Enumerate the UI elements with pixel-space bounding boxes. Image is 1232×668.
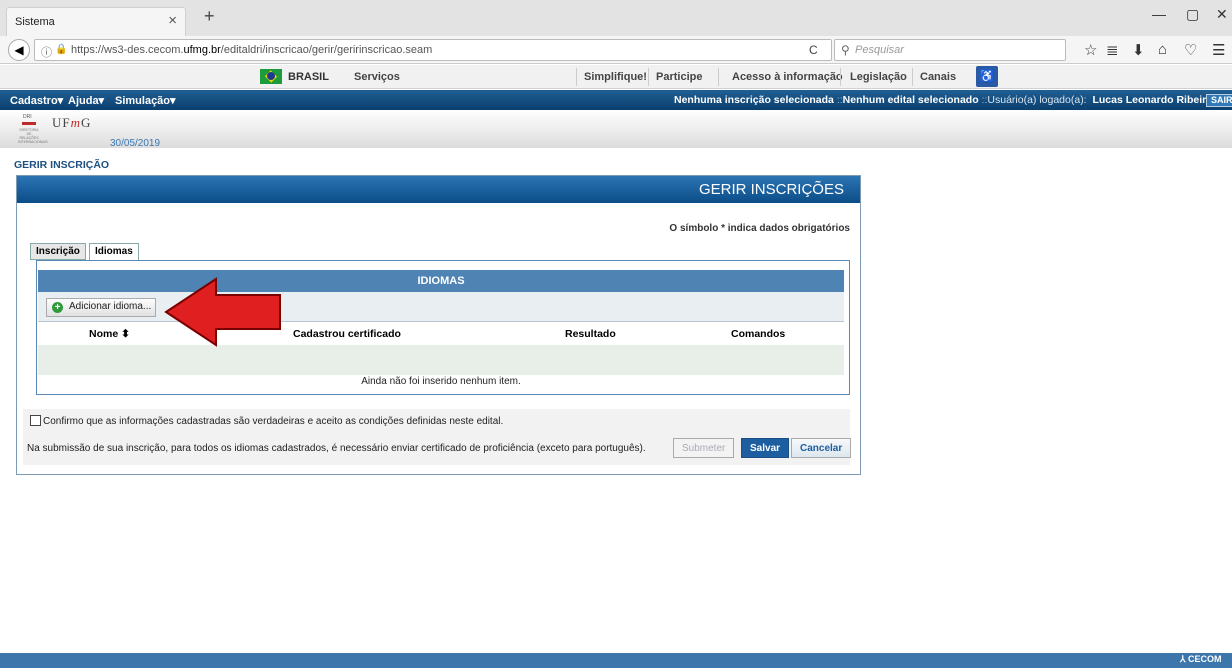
confirmation-area: Confirmo que as informações cadastradas …	[23, 409, 852, 465]
table-body	[38, 345, 844, 375]
logo-bar: DRI DIRETORIA DE RELAÇÕES INTERNACIONAIS U…	[0, 110, 1232, 149]
plus-icon: +	[52, 302, 63, 313]
back-icon[interactable]: ◀	[8, 39, 30, 61]
logout-button[interactable]: SAIR	[1206, 94, 1232, 107]
gov-link-servicos[interactable]: Serviços	[354, 71, 400, 83]
bookmark-star-icon[interactable]: ☆	[1084, 41, 1097, 59]
save-button[interactable]: Salvar	[741, 438, 790, 458]
window-close-icon[interactable]: ✕	[1216, 6, 1228, 23]
menu-cadastro[interactable]: Cadastro▾	[10, 94, 63, 107]
address-bar[interactable]: ⓘ 🔒 https://ws3-des.cecom.ufmg.br/edital…	[34, 39, 832, 61]
gov-link-simplifique[interactable]: Simplifique!	[584, 71, 647, 83]
government-bar: BRASIL Serviços Simplifique! Participe A…	[0, 65, 1232, 89]
column-header-comandos: Comandos	[731, 328, 786, 340]
gov-link-canais[interactable]: Canais	[920, 71, 956, 83]
current-date: 30/05/2019	[110, 138, 161, 149]
panel-header: GERIR INSCRIÇÕES	[17, 176, 860, 203]
info-icon[interactable]: ⓘ	[41, 44, 52, 60]
brazil-flag-icon	[260, 69, 282, 84]
app-menu-bar: Cadastro▾ Ajuda▾ Simulação▾ Nenhuma insc…	[0, 90, 1232, 110]
menu-icon[interactable]: ☰	[1212, 41, 1225, 59]
divider	[576, 68, 577, 86]
cecom-logo: ⅄ CECOM	[1180, 654, 1222, 664]
gerir-inscricoes-panel: GERIR INSCRIÇÕES O símbolo * indica dado…	[16, 175, 861, 475]
tab-inscricao[interactable]: Inscrição	[30, 243, 86, 260]
accessibility-icon[interactable]: ♿	[976, 66, 998, 87]
column-header-nome[interactable]: Nome ⬍	[89, 328, 130, 340]
close-tab-icon[interactable]: ×	[168, 12, 177, 29]
submit-button[interactable]: Submeter	[673, 438, 735, 458]
divider	[648, 68, 649, 86]
menu-simulacao[interactable]: Simulação▾	[115, 94, 176, 107]
bookmarks-list-icon[interactable]: ≣	[1106, 41, 1119, 59]
idiomas-section: IDIOMAS + Adicionar idioma... Nome ⬍ Cad…	[36, 260, 850, 395]
page-title: GERIR INSCRIÇÃO	[14, 159, 110, 171]
panel-title: GERIR INSCRIÇÕES	[698, 181, 844, 198]
add-language-label: Adicionar idioma...	[69, 301, 152, 312]
column-header-resultado: Resultado	[565, 328, 616, 340]
tab-title: Sistema	[15, 16, 55, 28]
required-note: O símbolo * indica dados obrigatórios	[669, 223, 850, 234]
download-icon[interactable]: ⬇	[1132, 41, 1145, 59]
gov-link-legislacao[interactable]: Legislação	[850, 71, 907, 83]
browser-tab-bar: Sistema × + — ▢ ✕	[0, 0, 1232, 36]
divider	[912, 68, 913, 86]
new-tab-icon[interactable]: +	[204, 6, 215, 27]
ufmg-logo: UFmG	[52, 115, 92, 130]
footer: ⅄ CECOM	[0, 653, 1232, 668]
search-input[interactable]: ⚲ Pesquisar	[834, 39, 1066, 61]
dri-logo: DRI DIRETORIA DE RELAÇÕES INTERNACIONAIS	[18, 114, 48, 144]
home-icon[interactable]: ⌂	[1158, 41, 1167, 58]
lock-icon: 🔒	[55, 44, 68, 55]
navigation-bar: ◀ ⓘ 🔒 https://ws3-des.cecom.ufmg.br/edit…	[0, 36, 1232, 64]
cancel-button[interactable]: Cancelar	[791, 438, 852, 458]
pocket-icon[interactable]: ♡	[1184, 41, 1197, 59]
gov-brasil-link[interactable]: BRASIL	[288, 71, 329, 83]
reload-icon[interactable]: C	[809, 43, 818, 57]
gov-link-acesso[interactable]: Acesso à informação	[732, 71, 843, 83]
divider	[718, 68, 719, 86]
red-arrow-annotation	[164, 277, 281, 347]
search-icon: ⚲	[841, 43, 850, 57]
divider	[840, 68, 841, 86]
empty-table-message: Ainda não foi inserido nenhum item.	[361, 376, 521, 387]
search-placeholder: Pesquisar	[855, 44, 904, 56]
column-header-certificado: Cadastrou certificado	[293, 328, 401, 340]
tab-idiomas[interactable]: Idiomas	[89, 243, 139, 261]
browser-tab[interactable]: Sistema ×	[6, 7, 186, 36]
section-title: IDIOMAS	[38, 270, 844, 292]
menu-ajuda[interactable]: Ajuda▾	[68, 94, 104, 107]
minimize-icon[interactable]: —	[1152, 6, 1166, 22]
status-line: Nenhuma inscrição selecionada ::Nenhum e…	[674, 94, 1232, 106]
confirm-label: Confirmo que as informações cadastradas …	[43, 416, 504, 427]
gov-link-participe[interactable]: Participe	[656, 71, 702, 83]
restore-icon[interactable]: ▢	[1186, 6, 1199, 23]
confirm-checkbox[interactable]	[30, 415, 41, 426]
section-toolbar: + Adicionar idioma...	[38, 292, 844, 322]
add-language-button[interactable]: + Adicionar idioma...	[46, 298, 157, 317]
proficiency-note: Na submissão de sua inscrição, para todo…	[27, 443, 646, 454]
url-text: https://ws3-des.cecom.ufmg.br/editaldri/…	[71, 44, 433, 56]
